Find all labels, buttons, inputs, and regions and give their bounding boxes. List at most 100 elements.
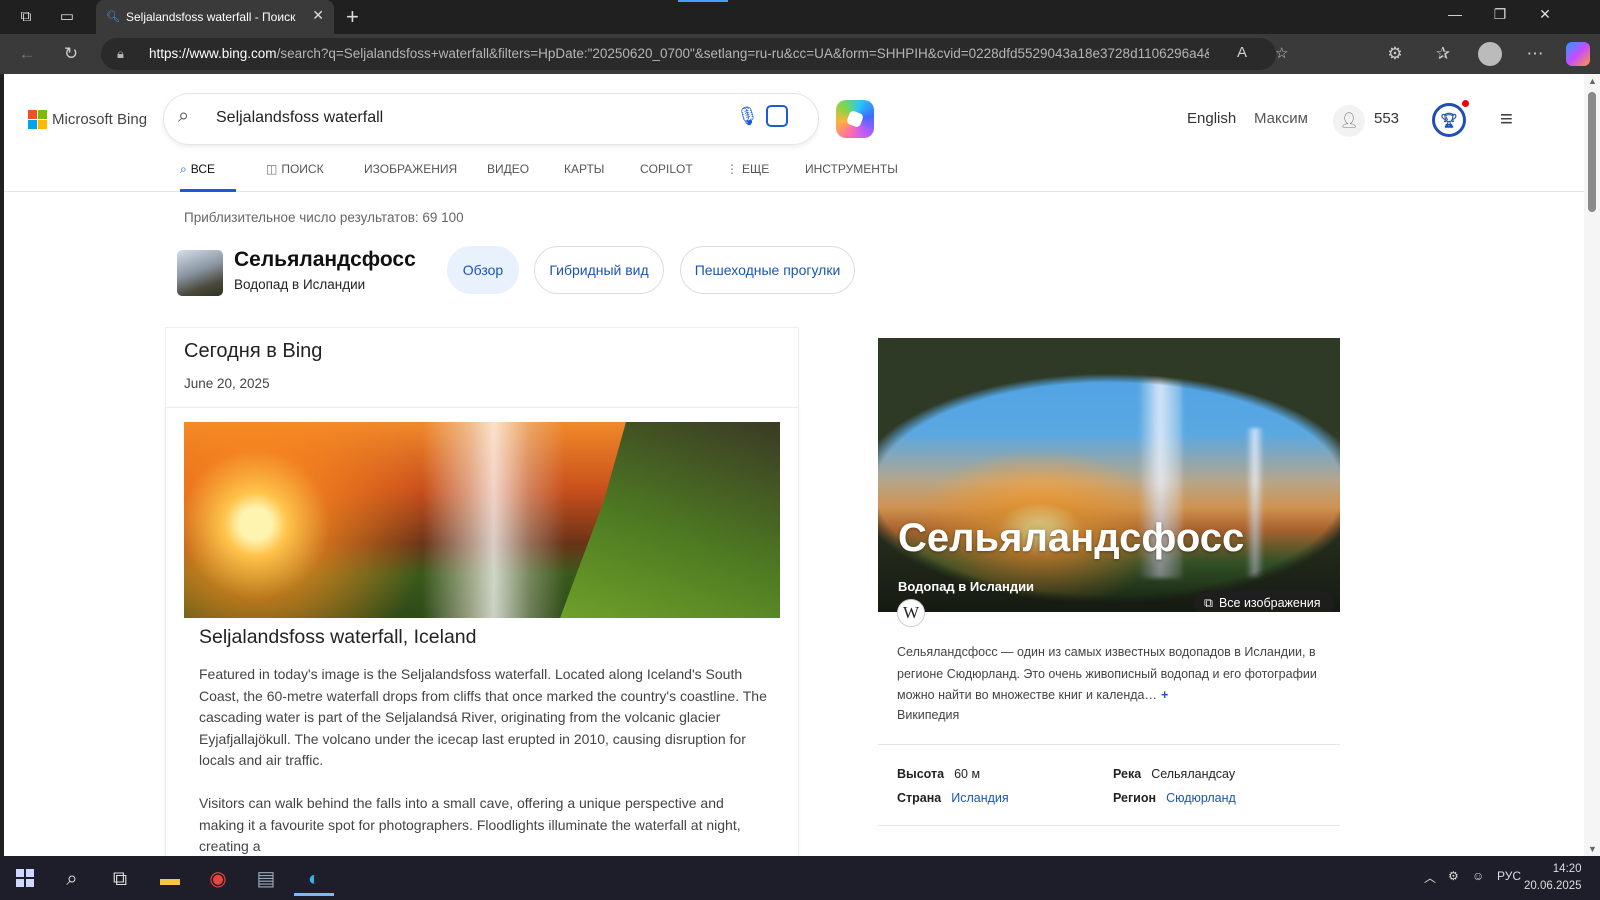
new-tab-button[interactable]: + — [346, 4, 359, 30]
extensions-icon[interactable]: ⚙ — [1382, 42, 1408, 66]
tab-video[interactable]: ВИДЕО — [487, 162, 529, 192]
language-link[interactable]: English — [1187, 110, 1236, 127]
profile-avatar[interactable] — [1478, 42, 1502, 66]
sidebar-title: Сельяландсфосс — [898, 516, 1245, 560]
search-icon[interactable]: ⌕ — [178, 105, 189, 128]
today-date: June 20, 2025 — [184, 376, 270, 391]
favorite-star-icon[interactable]: ☆ — [1275, 44, 1288, 62]
tab-all[interactable]: ⌕ ВСЕ — [180, 162, 236, 192]
tab-copilot[interactable]: COPILOT — [640, 162, 693, 192]
tab-search[interactable]: ◫ ПОИСК — [266, 162, 324, 192]
fact-river: Река Сельяландсау — [1113, 767, 1236, 781]
search-nav-tabs: ⌕ ВСЕ ◫ ПОИСК ИЗОБРАЖЕНИЯ ВИДЕО КАРТЫ COPI… — [4, 162, 1584, 192]
gallery-icon: ⧉ — [1204, 596, 1213, 610]
entity-subtitle: Водопад в Исландии — [234, 277, 366, 292]
task-view-icon[interactable]: ⧉ — [100, 862, 140, 896]
waterfall-image[interactable] — [184, 422, 780, 618]
workspaces-icon[interactable]: ⧉ — [14, 6, 38, 28]
today-card: Seljalandsfoss waterfall, Iceland Featur… — [165, 407, 799, 856]
scrollbar-thumb[interactable] — [1588, 92, 1596, 212]
all-images-button[interactable]: ⧉ Все изображения — [1194, 590, 1334, 612]
pill-hybrid-view[interactable]: Гибридный вид — [534, 246, 664, 294]
pill-overview[interactable]: Обзор — [447, 246, 519, 294]
page-scrollbar[interactable]: ▲ ▼ — [1584, 74, 1600, 856]
user-avatar-icon[interactable]: 👤︎ — [1333, 105, 1365, 137]
web-page: Microsoft Bing ⌕ Seljalandsfoss waterfal… — [4, 74, 1584, 856]
fact-region: Регион Сюдюрланд — [1113, 791, 1236, 805]
entity-title: Сельяландсфосс — [234, 248, 416, 271]
search-input[interactable]: Seljalandsfoss waterfall — [216, 109, 383, 127]
chrome-icon[interactable]: ◉ — [198, 862, 238, 896]
logo-text: Microsoft Bing — [52, 111, 148, 128]
discord-icon[interactable]: ☺ — [1472, 869, 1484, 883]
copilot-icon[interactable] — [836, 100, 874, 138]
clock-time: 14:20 — [1552, 863, 1582, 875]
minimize-button[interactable]: — — [1440, 6, 1470, 22]
edge-icon[interactable]: ◐ — [294, 862, 334, 896]
card-body: Featured in today's image is the Seljala… — [199, 664, 769, 856]
search-favicon-icon: 🔍︎ — [106, 11, 120, 23]
tab-maps[interactable]: КАРТЫ — [564, 162, 604, 192]
wikipedia-icon[interactable]: W — [897, 599, 925, 627]
close-window-button[interactable]: ✕ — [1530, 6, 1560, 23]
user-name[interactable]: Максим — [1254, 110, 1308, 127]
address-bar[interactable]: 🔒︎ https://www.bing.com/search?q=Seljala… — [101, 38, 1288, 70]
system-clock[interactable]: 14:20 20.06.2025 — [1524, 861, 1582, 895]
close-tab-icon[interactable]: ✕ — [312, 7, 324, 24]
tab-tools[interactable]: ИНСТРУМЕНТЫ — [805, 162, 898, 192]
today-in-bing-header: Сегодня в Bing June 20, 2025 — [165, 327, 799, 407]
lock-icon: 🔒︎ — [117, 46, 124, 61]
tray-chevron-icon[interactable]: ︿ — [1424, 869, 1436, 886]
input-language[interactable]: РУС — [1497, 869, 1521, 883]
browser-tab-strip: ⧉ ▭ 🔍︎ Seljalandsfoss waterfall - Поиск … — [0, 0, 1600, 34]
active-tab[interactable]: 🔍︎ Seljalandsfoss waterfall - Поиск ✕ — [96, 0, 334, 34]
expand-plus-icon[interactable]: + — [1161, 688, 1168, 702]
scroll-up-icon[interactable]: ▲ — [1588, 76, 1597, 86]
description-source[interactable]: Википедия — [897, 708, 959, 722]
entity-description: Сельяландсфосс — один из самых известных… — [897, 645, 1317, 702]
read-aloud-icon[interactable]: A — [1237, 44, 1247, 61]
tab-actions-icon[interactable]: ▭ — [55, 6, 79, 28]
result-count: Приблизительное число результатов: 69 10… — [184, 210, 464, 225]
tab-indicator — [678, 0, 728, 2]
back-arrow-icon[interactable]: ← — [14, 42, 40, 66]
card-paragraph: Visitors can walk behind the falls into … — [199, 795, 741, 854]
facts-panel: Высота 60 м Страна Исландия Река Сельяландс… — [878, 744, 1340, 826]
fact-country: Страна Исландия — [897, 791, 1009, 805]
card-title[interactable]: Seljalandsfoss waterfall, Iceland — [199, 626, 477, 649]
copilot-search-icon: ◫ — [266, 162, 278, 176]
tab-images[interactable]: ИЗОБРАЖЕНИЯ — [364, 162, 457, 192]
clock-date: 20.06.2025 — [1524, 880, 1582, 892]
rewards-trophy-icon[interactable]: 🏆︎ — [1432, 103, 1466, 137]
tab-more[interactable]: ⋮ ЕЩЕ — [726, 162, 769, 192]
sidebar-subtitle: Водопад в Исландии — [898, 579, 1035, 594]
restore-button[interactable]: ❐ — [1485, 6, 1515, 23]
scroll-down-icon[interactable]: ▼ — [1588, 844, 1597, 854]
tab-title: Seljalandsfoss waterfall - Поиск — [126, 10, 296, 24]
more-menu-icon[interactable]: ⋯ — [1522, 42, 1548, 66]
pill-hiking[interactable]: Пешеходные прогулки — [680, 246, 855, 294]
url-text: https://www.bing.com/search?q=Seljalands… — [149, 46, 1209, 61]
favorites-icon[interactable]: ✰ — [1430, 42, 1456, 66]
card-paragraph: Featured in today's image is the Seljala… — [199, 666, 767, 768]
microphone-icon[interactable]: 🎙︎ — [736, 106, 759, 127]
refresh-icon[interactable]: ↻ — [58, 42, 84, 66]
visual-search-icon[interactable] — [766, 105, 788, 127]
steam-icon[interactable]: ⚙ — [1448, 869, 1459, 883]
fact-height: Высота 60 м — [897, 767, 981, 781]
file-explorer-icon[interactable]: ▬ — [150, 862, 190, 896]
hamburger-menu-icon[interactable]: ≡ — [1500, 108, 1524, 130]
taskbar-search-icon[interactable]: ⌕ — [52, 862, 92, 896]
copilot-sidebar-icon[interactable] — [1566, 42, 1590, 66]
windows-taskbar: ⌕ ⧉ ▬ ◉ ▤ ◐ ︿ ⚙ ☺ РУС 14:20 20.06.2025 — [0, 856, 1600, 900]
entity-thumbnail[interactable] — [177, 250, 223, 296]
app-icon[interactable]: ▤ — [246, 862, 286, 896]
sidebar-hero-image[interactable]: Сельяландсфосс Водопад в Исландии ⧉ Все и… — [878, 338, 1340, 612]
search-box[interactable]: ⌕ Seljalandsfoss waterfall 🎙︎ — [164, 94, 818, 144]
notification-dot — [1462, 100, 1469, 107]
search-icon: ⌕ — [180, 162, 187, 176]
today-heading: Сегодня в Bing — [184, 340, 323, 362]
windows-start-icon[interactable] — [16, 869, 34, 887]
rewards-points[interactable]: 553 — [1374, 110, 1399, 127]
more-vertical-icon: ⋮ — [726, 162, 738, 176]
